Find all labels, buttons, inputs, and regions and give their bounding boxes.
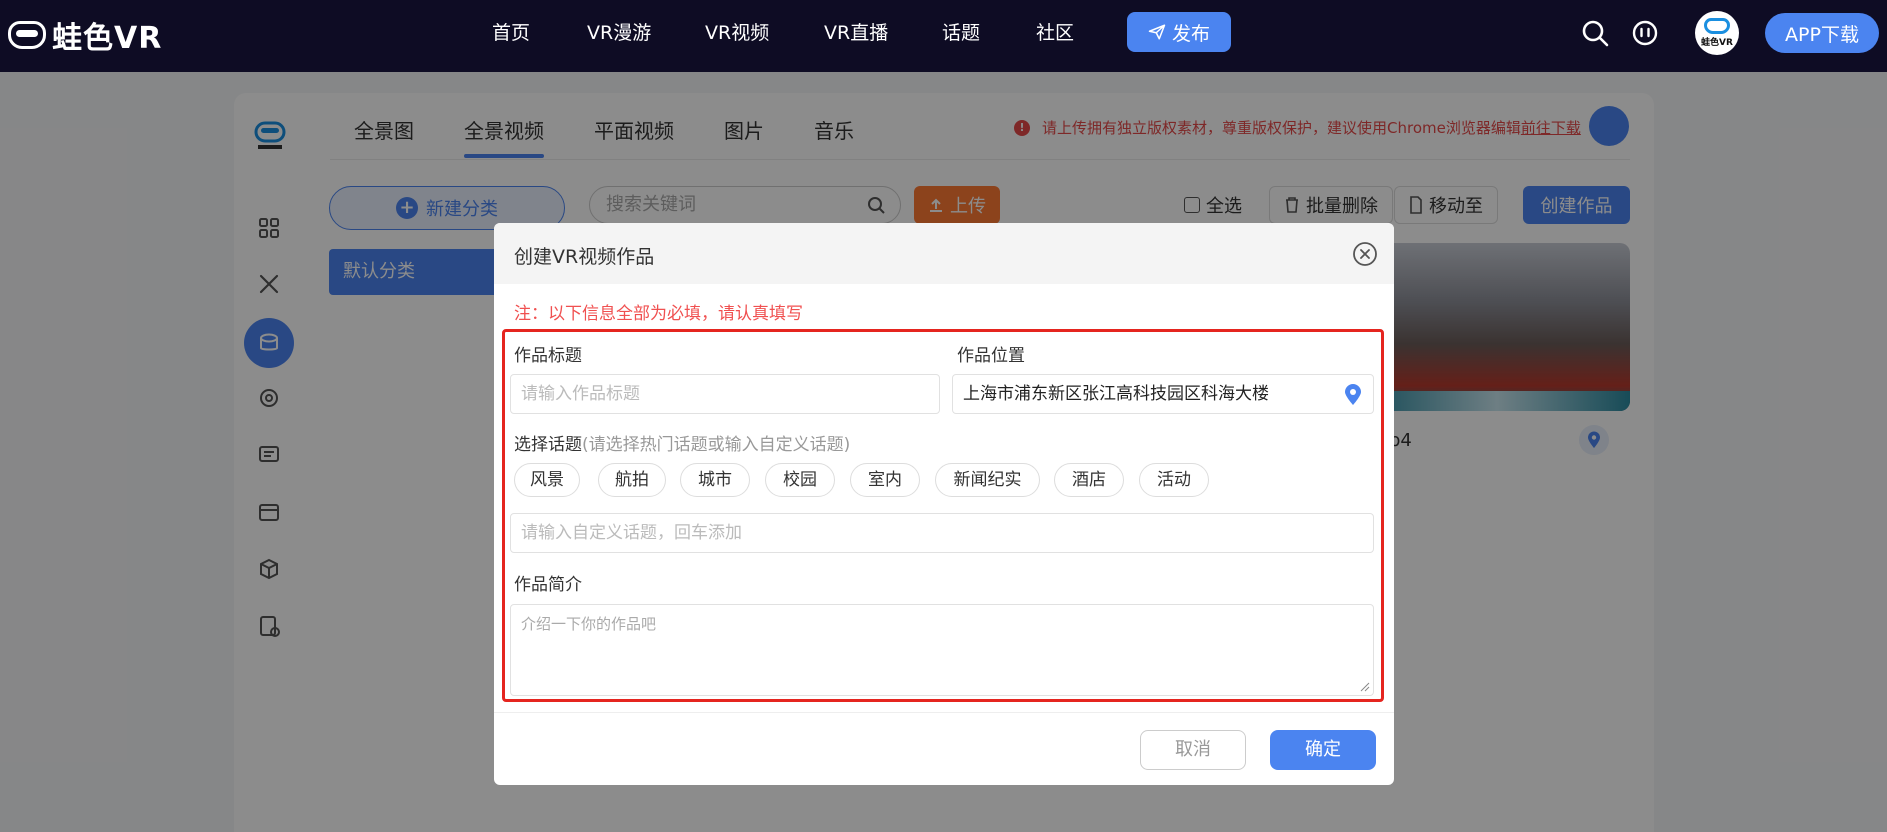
close-icon[interactable] xyxy=(1352,241,1378,267)
topic-tag[interactable]: 新闻纪实 xyxy=(935,463,1040,497)
topic-tag[interactable]: 校园 xyxy=(765,463,835,497)
footer-divider xyxy=(494,712,1394,713)
topic-tag[interactable]: 城市 xyxy=(680,463,750,497)
topic-label-text: 选择话题 xyxy=(514,435,582,455)
intro-placeholder: 介绍一下你的作品吧 xyxy=(521,615,657,633)
app-download-button[interactable]: APP下载 xyxy=(1765,13,1879,53)
cancel-button[interactable]: 取消 xyxy=(1140,730,1246,770)
topic-tag[interactable]: 室内 xyxy=(850,463,920,497)
publish-label: 发布 xyxy=(1171,22,1210,45)
nav-item-home[interactable]: 首页 xyxy=(492,0,530,66)
message-icon[interactable] xyxy=(1630,18,1660,48)
create-video-work-dialog: 创建VR视频作品 注：以下信息全部为必填，请认真填写 作品标题 请输入作品标题 … xyxy=(494,223,1394,785)
dialog-header: 创建VR视频作品 xyxy=(494,223,1394,284)
nav-item-topics[interactable]: 话题 xyxy=(942,0,980,66)
required-note: 注：以下信息全部为必填，请认真填写 xyxy=(514,304,803,324)
confirm-button[interactable]: 确定 xyxy=(1270,730,1376,770)
dialog-title: 创建VR视频作品 xyxy=(514,246,655,268)
nav-item-vr-live[interactable]: VR直播 xyxy=(824,0,888,66)
site-logo[interactable]: 蛙色VR xyxy=(8,17,162,56)
resize-grip-icon[interactable] xyxy=(1360,682,1370,692)
work-title-placeholder: 请输入作品标题 xyxy=(521,384,640,404)
search-icon[interactable] xyxy=(1580,18,1610,48)
publish-button[interactable]: 发布 xyxy=(1127,12,1231,52)
vr-headset-icon xyxy=(8,21,46,49)
work-title-input[interactable]: 请输入作品标题 xyxy=(510,374,940,414)
nav-item-vr-tour[interactable]: VR漫游 xyxy=(587,0,651,66)
nav-item-community[interactable]: 社区 xyxy=(1036,0,1074,66)
topic-tag[interactable]: 航拍 xyxy=(598,463,666,497)
location-value: 上海市浦东新区张江高科技园区科海大楼 xyxy=(963,384,1269,404)
top-navbar: 蛙色VR 首页 VR漫游 VR视频 VR直播 话题 社区 发布 蛙色VR APP… xyxy=(0,0,1887,72)
intro-label: 作品简介 xyxy=(514,575,582,595)
location-input[interactable]: 上海市浦东新区张江高科技园区科海大楼 xyxy=(952,374,1374,414)
logo-text: 蛙色VR xyxy=(52,21,163,56)
location-pin-icon[interactable] xyxy=(1343,384,1363,406)
nav-item-vr-video[interactable]: VR视频 xyxy=(705,0,769,66)
avatar[interactable]: 蛙色VR xyxy=(1695,11,1739,55)
custom-topic-placeholder: 请输入自定义话题，回车添加 xyxy=(521,523,742,543)
work-title-label: 作品标题 xyxy=(514,346,582,366)
topic-tag[interactable]: 活动 xyxy=(1139,463,1209,497)
topic-tag[interactable]: 风景 xyxy=(514,463,580,497)
intro-textarea[interactable]: 介绍一下你的作品吧 xyxy=(510,604,1374,696)
location-label: 作品位置 xyxy=(957,346,1025,366)
avatar-text: 蛙色VR xyxy=(1701,38,1733,48)
paper-plane-icon xyxy=(1148,24,1166,40)
avatar-logo-icon xyxy=(1704,18,1730,34)
topic-hint: (请选择热门话题或输入自定义话题) xyxy=(582,435,851,455)
topic-tag[interactable]: 酒店 xyxy=(1054,463,1124,497)
custom-topic-input[interactable]: 请输入自定义话题，回车添加 xyxy=(510,513,1374,553)
topic-label: 选择话题(请选择热门话题或输入自定义话题) xyxy=(514,430,850,455)
